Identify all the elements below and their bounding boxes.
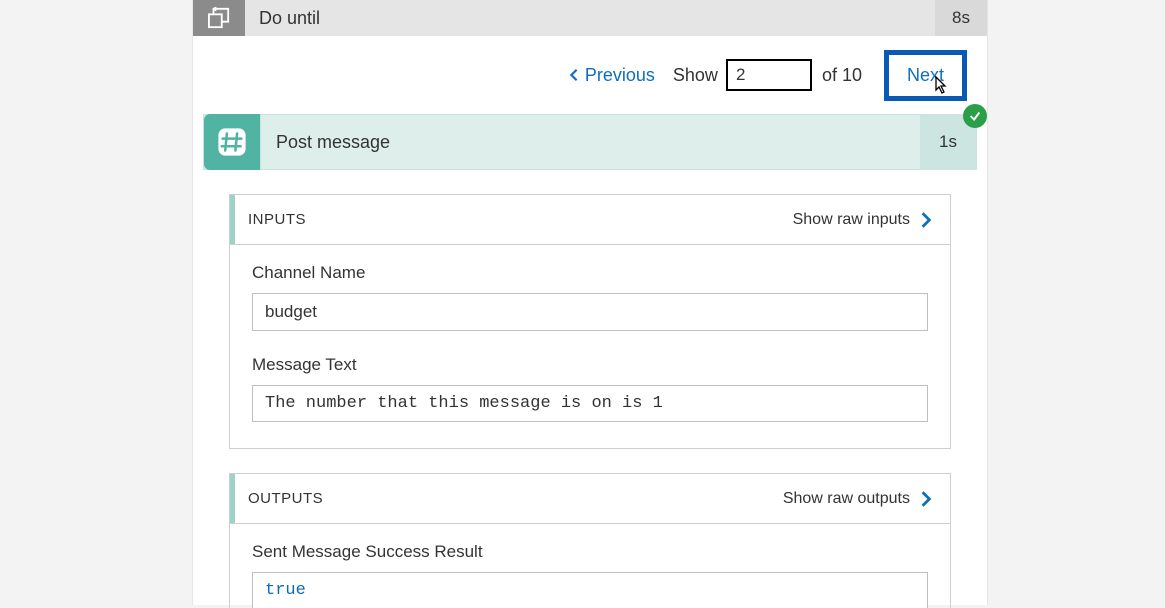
action-title: Post message: [276, 132, 920, 153]
inputs-section: INPUTS Show raw inputs Channel Name budg…: [229, 194, 951, 449]
chevron-right-icon[interactable]: [920, 211, 932, 229]
loop-header: Do until 8s: [193, 0, 987, 36]
show-raw-inputs-link[interactable]: Show raw inputs: [793, 211, 910, 229]
message-text-value: The number that this message is on is 1: [252, 385, 928, 422]
inputs-title: INPUTS: [248, 211, 793, 228]
previous-label: Previous: [585, 65, 655, 86]
loop-icon: [193, 0, 245, 36]
action-header[interactable]: Post message 1s: [203, 114, 977, 170]
loop-duration: 8s: [935, 0, 987, 36]
channel-name-field: Channel Name budget: [230, 245, 950, 337]
channel-name-value: budget: [252, 293, 928, 331]
outputs-title: OUTPUTS: [248, 490, 783, 507]
of-total-label: of 10: [822, 65, 862, 86]
inputs-header: INPUTS Show raw inputs: [230, 195, 950, 245]
iteration-input[interactable]: [726, 59, 812, 91]
loop-title: Do until: [259, 8, 935, 29]
show-raw-outputs-link[interactable]: Show raw outputs: [783, 490, 910, 508]
next-button[interactable]: Next: [884, 50, 967, 101]
outputs-header: OUTPUTS Show raw outputs: [230, 474, 950, 524]
chevron-right-icon[interactable]: [920, 490, 932, 508]
action-card: Post message 1s INPUTS Show raw inputs C…: [203, 114, 977, 608]
slack-hash-icon: [204, 114, 260, 170]
message-text-field: Message Text The number that this messag…: [230, 337, 950, 428]
sent-success-value: true: [252, 572, 928, 608]
cursor-icon: [930, 75, 950, 99]
message-text-label: Message Text: [252, 355, 928, 375]
channel-name-label: Channel Name: [252, 263, 928, 283]
iteration-nav: Previous Show of 10 Next: [193, 36, 987, 114]
run-details-panel: Do until 8s Previous Show of 10 Next: [192, 0, 988, 605]
show-label: Show: [673, 65, 718, 86]
sent-success-field: Sent Message Success Result true: [230, 524, 950, 608]
sent-success-label: Sent Message Success Result: [252, 542, 928, 562]
chevron-left-icon: [567, 68, 581, 82]
previous-button[interactable]: Previous: [567, 65, 655, 86]
outputs-section: OUTPUTS Show raw outputs Sent Message Su…: [229, 473, 951, 608]
status-success-icon: [963, 104, 987, 128]
